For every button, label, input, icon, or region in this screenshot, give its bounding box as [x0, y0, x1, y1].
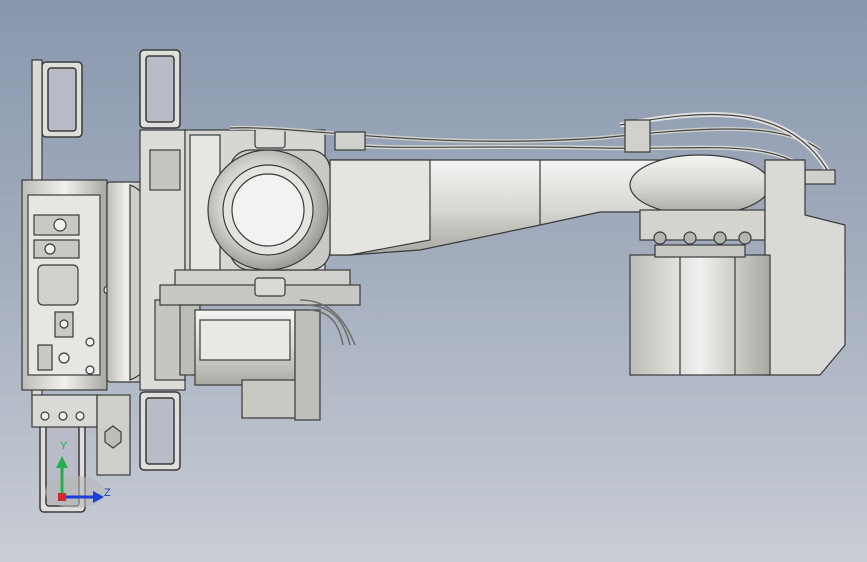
- turntable: [106, 129, 186, 391]
- lower-motor: [194, 299, 356, 421]
- elbow-joint: [629, 154, 846, 376]
- robot-arm-model[interactable]: [0, 0, 867, 562]
- cad-viewport[interactable]: Y Z: [0, 0, 867, 562]
- triad-y-label: Y: [60, 440, 68, 452]
- upper-arm-link: [329, 159, 681, 256]
- triad-z-label: Z: [104, 487, 111, 499]
